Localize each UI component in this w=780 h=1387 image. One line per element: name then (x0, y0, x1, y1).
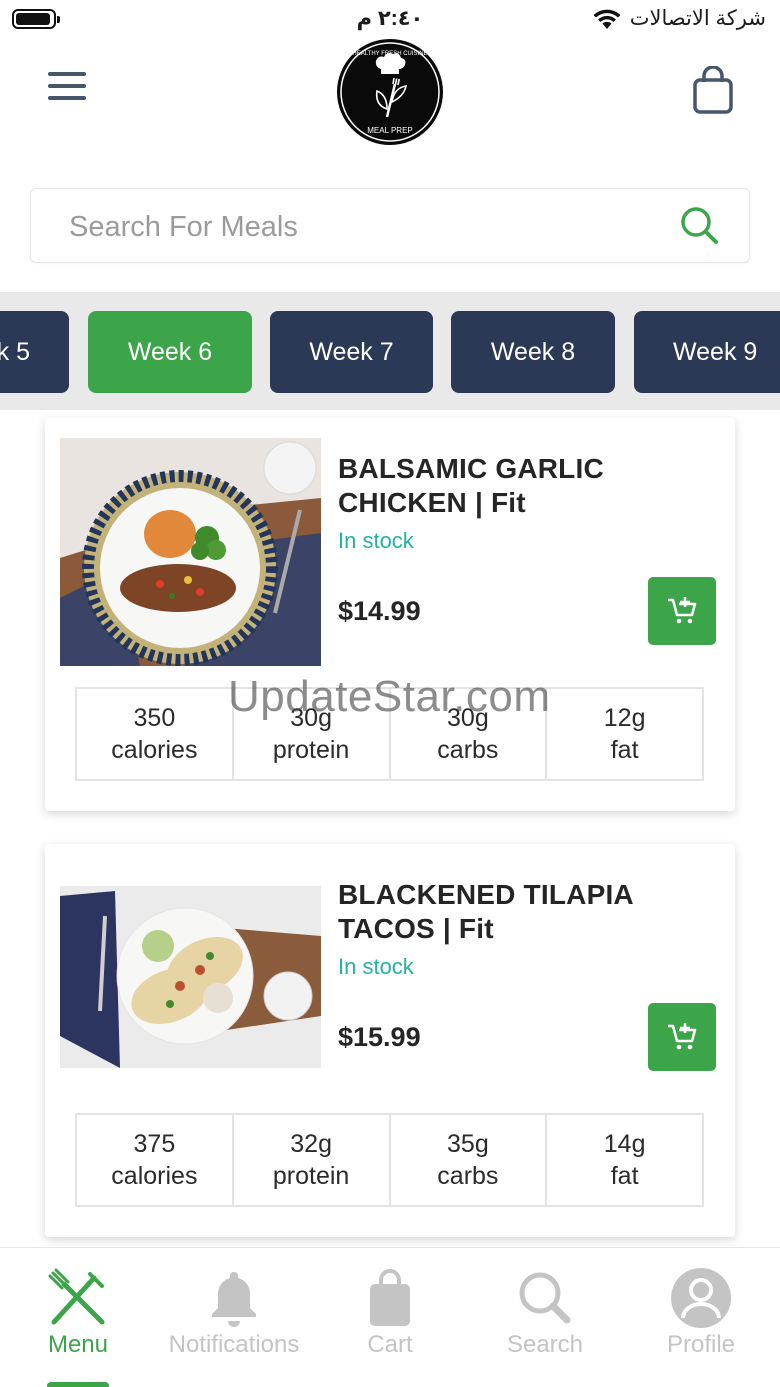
week-selector: Week 5 Week 6 Week 7 Week 8 Week 9 (0, 292, 780, 410)
svg-text:HEALTHY FRESH CUISINE: HEALTHY FRESH CUISINE (352, 51, 427, 57)
meal-price: $14.99 (338, 596, 421, 626)
macro-fat: 12g fat (547, 689, 702, 779)
macro-unit: fat (610, 736, 639, 764)
meal-photo-tacos (60, 886, 321, 1068)
nutrition-grid: 350 calories 30g protein 30g carbs 12g f… (75, 687, 704, 781)
week-tab-5[interactable]: Week 5 (0, 311, 69, 393)
macro-protein: 30g protein (234, 689, 391, 779)
macro-value: 30g (290, 704, 332, 732)
macro-value: 32g (290, 1130, 332, 1158)
add-to-cart-button[interactable] (648, 1003, 716, 1071)
stock-status: In stock (338, 954, 414, 979)
nav-menu[interactable]: Menu (0, 1266, 156, 1366)
macro-protein: 32g protein (234, 1115, 391, 1205)
app-header: MEAL PREP HEALTHY FRESH CUISINE (0, 38, 780, 148)
fork-knife-icon (48, 1268, 105, 1325)
nav-label: Notifications (168, 1331, 300, 1358)
brand-logo[interactable]: MEAL PREP HEALTHY FRESH CUISINE (337, 39, 443, 145)
nav-label: Menu (47, 1331, 109, 1358)
logo-emblem-icon: MEAL PREP HEALTHY FRESH CUISINE (340, 42, 440, 142)
macro-value: 12g (603, 704, 646, 732)
macro-value: 14g (603, 1130, 646, 1158)
shopping-bag-icon (693, 65, 733, 114)
week-tab-label: Week 9 (673, 337, 758, 366)
hamburger-menu-button[interactable] (48, 72, 94, 112)
meal-image[interactable] (60, 886, 321, 1068)
macro-value: 35g (447, 1130, 489, 1158)
meal-price: $15.99 (338, 1022, 421, 1052)
meal-card[interactable]: BLACKENED TILAPIA TACOS | Fit In stock $… (45, 844, 735, 1237)
add-to-cart-button[interactable] (648, 577, 716, 645)
hamburger-line (48, 96, 86, 100)
carrier-name: شركة الاتصالات (629, 7, 766, 30)
week-tab-6[interactable]: Week 6 (88, 311, 252, 393)
bell-icon (212, 1272, 256, 1327)
macro-unit: carbs (437, 1162, 499, 1190)
macro-unit: protein (272, 1162, 350, 1190)
search-bar (30, 188, 750, 263)
search-icon (681, 207, 718, 244)
week-tab-label: Week 5 (0, 337, 30, 366)
week-tab-8[interactable]: Week 8 (451, 311, 615, 393)
meal-title[interactable]: BALSAMIC GARLIC CHICKEN | Fit (338, 452, 604, 520)
meal-title[interactable]: BLACKENED TILAPIA TACOS | Fit (338, 878, 634, 946)
macro-unit: calories (111, 736, 198, 764)
macro-unit: fat (610, 1162, 639, 1190)
nav-label: Cart (367, 1331, 413, 1358)
macro-carbs: 30g carbs (391, 689, 548, 779)
meal-image[interactable] (60, 438, 321, 666)
macro-value: 30g (447, 704, 489, 732)
meal-title-line: BALSAMIC GARLIC (338, 453, 604, 484)
meal-card[interactable]: BALSAMIC GARLIC CHICKEN | Fit In stock $… (45, 418, 735, 811)
macro-unit: calories (111, 1162, 198, 1190)
macro-calories: 350 calories (77, 689, 234, 779)
svg-text:MEAL PREP: MEAL PREP (367, 126, 413, 135)
nav-search[interactable]: Search (467, 1266, 623, 1366)
add-to-cart-icon (668, 597, 697, 624)
meal-photo-chicken (60, 438, 321, 666)
nav-label: Profile (666, 1331, 736, 1358)
wifi-icon (593, 9, 621, 29)
search-button[interactable] (679, 205, 721, 247)
search-icon (519, 1272, 571, 1324)
stock-status: In stock (338, 528, 414, 553)
meal-title-line: BLACKENED TILAPIA (338, 879, 634, 910)
meal-title-line: TACOS | Fit (338, 913, 494, 944)
add-to-cart-icon (668, 1023, 697, 1050)
week-tab-label: Week 8 (490, 337, 576, 366)
nav-profile[interactable]: Profile (623, 1266, 779, 1366)
carrier-info: شركة الاتصالات (592, 6, 766, 31)
nav-notifications[interactable]: Notifications (156, 1266, 312, 1366)
macro-unit: carbs (437, 736, 499, 764)
meal-title-line: CHICKEN | Fit (338, 487, 526, 518)
cart-bag-button[interactable] (690, 65, 736, 116)
week-tab-9[interactable]: Week 9 (634, 311, 780, 393)
macro-value: 350 (133, 704, 176, 732)
week-tab-label: Week 6 (127, 337, 213, 366)
hamburger-line (48, 84, 86, 88)
shopping-bag-icon (370, 1269, 410, 1326)
nutrition-grid: 375 calories 32g protein 35g carbs 14g f… (75, 1113, 704, 1207)
macro-calories: 375 calories (77, 1115, 234, 1205)
user-icon (671, 1268, 731, 1328)
active-tab-indicator (47, 1382, 109, 1387)
hamburger-line (48, 72, 86, 76)
macro-value: 375 (133, 1130, 176, 1158)
status-bar: ٢:٤٠ م شركة الاتصالات (0, 0, 780, 40)
macro-carbs: 35g carbs (391, 1115, 548, 1205)
macro-unit: protein (272, 736, 350, 764)
macro-fat: 14g fat (547, 1115, 702, 1205)
week-tab-7[interactable]: Week 7 (270, 311, 433, 393)
nav-cart[interactable]: Cart (312, 1266, 468, 1366)
bottom-navigation: Menu Notifications Cart Search Profile (0, 1247, 780, 1387)
nav-label: Search (506, 1331, 584, 1358)
week-tab-label: Week 7 (309, 337, 394, 366)
search-input[interactable] (69, 207, 629, 247)
